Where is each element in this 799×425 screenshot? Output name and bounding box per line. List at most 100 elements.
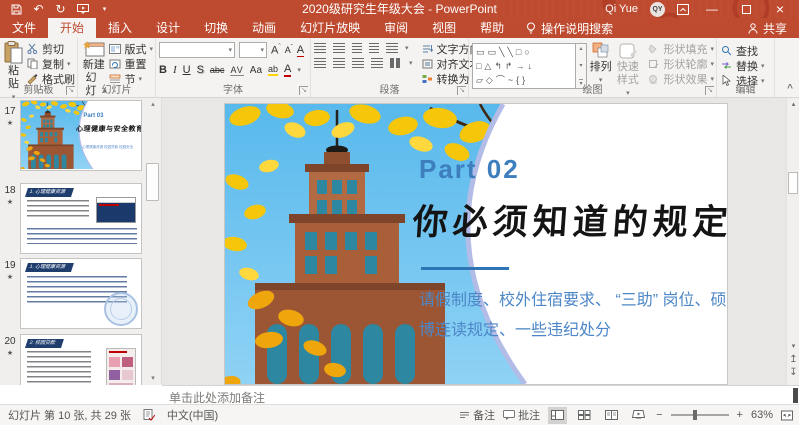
reset-button[interactable]: 重置 — [108, 56, 153, 71]
text-shadow-button[interactable]: S — [197, 64, 204, 76]
next-slide-icon[interactable]: ↧ — [787, 367, 799, 378]
avatar[interactable]: QY — [650, 2, 665, 17]
tab-animations[interactable]: 动画 — [240, 18, 288, 38]
start-slideshow-icon[interactable] — [76, 3, 89, 16]
notes-placeholder[interactable]: 单击此处添加备注 — [169, 391, 265, 405]
scroll-down-icon[interactable]: ▾ — [579, 62, 582, 69]
qat-customize-caret-icon[interactable]: ▾ — [98, 3, 111, 16]
tell-me-search[interactable]: 操作说明搜索 — [516, 18, 623, 38]
undo-icon[interactable]: ↶ — [32, 3, 45, 16]
grow-font-button[interactable]: Aˆ — [271, 44, 281, 57]
find-button[interactable]: 查找 — [720, 43, 765, 58]
numbering-icon[interactable] — [333, 43, 345, 53]
character-spacing-button[interactable]: AV — [230, 65, 243, 76]
align-center-icon[interactable] — [333, 58, 345, 68]
previous-slide-icon[interactable]: ↥ — [787, 354, 799, 365]
restore-button[interactable] — [735, 2, 757, 16]
italic-button[interactable]: I — [173, 64, 177, 76]
zoom-in-button[interactable]: + — [737, 409, 743, 421]
slide-scrollbar[interactable]: ▴ ▾ ↥ ↧ — [786, 98, 799, 385]
slide-title[interactable]: 你必须知道的规定 — [411, 194, 727, 245]
redo-icon[interactable]: ↻ — [54, 3, 67, 16]
notes-toggle[interactable]: 备注 — [459, 407, 495, 423]
cut-button[interactable]: 剪切 — [26, 41, 75, 56]
fit-slide-to-window-button[interactable] — [781, 410, 793, 421]
font-dialog-launcher-icon[interactable]: ↘ — [299, 86, 308, 95]
font-name-combo[interactable]: ▾ — [159, 42, 235, 58]
tab-view[interactable]: 视图 — [420, 18, 468, 38]
tab-slideshow[interactable]: 幻灯片放映 — [288, 18, 372, 38]
slide-body-text[interactable]: 请假制度、校外住宿要求、 “三助” 岗位、硕博连读规定、一些违纪处分 — [419, 286, 727, 346]
slide-thumbnail-19[interactable]: 1. 心理健康资源 — [20, 258, 142, 329]
shapes-row-1[interactable]: ▭▭╲╲□○ — [476, 45, 572, 59]
scroll-up-icon[interactable]: ▴ — [787, 100, 799, 108]
bold-button[interactable]: B — [159, 64, 167, 76]
thumbnail-panel-scrollbar[interactable]: ▴ ▾ — [144, 98, 162, 385]
zoom-slider-thumb[interactable] — [693, 410, 697, 420]
zoom-slider[interactable] — [671, 414, 729, 416]
close-button[interactable]: × — [769, 1, 791, 17]
paste-button[interactable]: 粘贴 ▾ — [3, 41, 24, 84]
line-spacing-icon[interactable] — [386, 43, 398, 53]
slide-divider-line[interactable] — [421, 267, 509, 270]
slide-part-label[interactable]: Part 02 — [419, 154, 520, 185]
highlight-color-button[interactable]: ab — [268, 64, 278, 76]
new-slide-button[interactable]: 新建 幻灯片▾ — [81, 41, 106, 84]
scroll-down-icon[interactable]: ▾ — [787, 342, 799, 350]
comments-toggle[interactable]: 批注 — [503, 407, 540, 423]
font-size-combo[interactable]: ▾ — [239, 42, 267, 58]
share-button[interactable]: 共享 — [736, 18, 799, 38]
slide-counter[interactable]: 幻灯片 第 10 张, 共 29 张 — [8, 407, 131, 423]
clipboard-dialog-launcher-icon[interactable]: ↘ — [66, 86, 75, 95]
decrease-indent-icon[interactable] — [352, 43, 362, 53]
justify-icon[interactable] — [371, 58, 383, 68]
shapes-row-2[interactable]: □△↰↱→↓ — [476, 59, 572, 73]
quick-styles-button[interactable]: 快速样式 ▾ — [614, 41, 641, 84]
tab-design[interactable]: 设计 — [144, 18, 192, 38]
panel-scroll-up-icon[interactable]: ▴ — [144, 100, 162, 108]
tab-help[interactable]: 帮助 — [468, 18, 516, 38]
ribbon-display-options-icon[interactable] — [677, 4, 689, 15]
increase-indent-icon[interactable] — [369, 43, 379, 53]
collapse-ribbon-icon[interactable]: ^ — [787, 83, 793, 94]
slide-thumbnail-20[interactable]: 2. 校园贷款 — [20, 334, 142, 385]
change-case-button[interactable]: Aa — [250, 65, 262, 76]
tab-transitions[interactable]: 切换 — [192, 18, 240, 38]
panel-scrollbar-thumb[interactable] — [146, 163, 159, 201]
reading-view-button[interactable] — [602, 407, 621, 424]
slide-thumbnail-18[interactable]: 1. 心理健康资源 — [20, 183, 142, 254]
scroll-up-icon[interactable]: ▴ — [579, 45, 582, 52]
zoom-level[interactable]: 63% — [751, 409, 773, 421]
drawing-dialog-launcher-icon[interactable]: ↘ — [705, 86, 714, 95]
tab-insert[interactable]: 插入 — [96, 18, 144, 38]
notes-pane[interactable]: 单击此处添加备注 — [162, 385, 799, 404]
layout-button[interactable]: 版式 ▾ — [108, 41, 153, 56]
shrink-font-button[interactable]: Aˇ — [285, 45, 293, 55]
shape-fill-button[interactable]: 形状填充 ▾ — [647, 41, 714, 56]
tab-review[interactable]: 审阅 — [372, 18, 420, 38]
align-right-icon[interactable] — [352, 58, 364, 68]
replace-button[interactable]: 替换 ▾ — [720, 58, 765, 73]
language-indicator[interactable]: 中文(中国) — [167, 407, 218, 423]
slide-thumbnail-17[interactable]: Part 03 心理健康与安全教育 心理健康资源 校园贷款 校园安全 — [20, 100, 142, 171]
spellcheck-icon[interactable] — [143, 409, 155, 421]
notes-scrollbar-thumb[interactable] — [793, 388, 798, 403]
tab-file[interactable]: 文件 — [0, 18, 48, 38]
underline-button[interactable]: U — [183, 64, 191, 76]
account-user-name[interactable]: Qi Yue — [605, 3, 638, 15]
normal-view-button[interactable] — [548, 407, 567, 424]
font-color-button[interactable]: A — [284, 63, 291, 77]
tab-home[interactable]: 开始 — [48, 18, 96, 38]
arrange-button[interactable]: 排列 ▾ — [589, 41, 612, 84]
paragraph-dialog-launcher-icon[interactable]: ↘ — [457, 86, 466, 95]
align-left-icon[interactable] — [314, 58, 326, 68]
shape-outline-button[interactable]: 形状轮廓 ▾ — [647, 56, 714, 71]
copy-button[interactable]: 复制 ▾ — [26, 56, 75, 71]
minimize-button[interactable]: — — [701, 2, 723, 16]
panel-scroll-down-icon[interactable]: ▾ — [144, 374, 162, 382]
clear-formatting-button[interactable]: A — [297, 44, 304, 56]
columns-icon[interactable] — [390, 58, 402, 68]
save-icon[interactable] — [10, 3, 23, 16]
zoom-out-button[interactable]: − — [656, 409, 662, 421]
current-slide[interactable]: Part 02 你必须知道的规定 请假制度、校外住宿要求、 “三助” 岗位、硕博… — [225, 104, 727, 384]
